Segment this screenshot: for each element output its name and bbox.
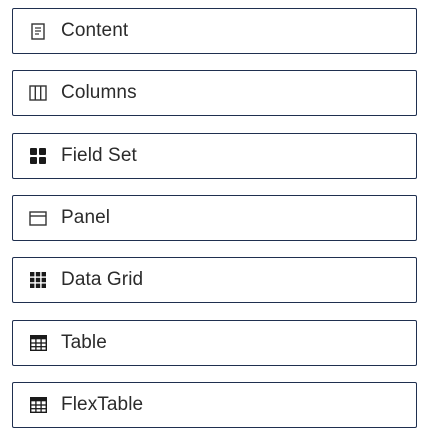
palette-item-label: Columns: [61, 82, 137, 103]
table-icon: [29, 396, 47, 414]
palette-item-data-grid[interactable]: Data Grid: [12, 257, 417, 303]
palette-item-content[interactable]: Content: [12, 8, 417, 54]
palette-item-label: Panel: [61, 207, 111, 228]
palette-item-label: Data Grid: [61, 269, 144, 290]
palette-item-label: FlexTable: [61, 394, 144, 415]
four-squares-icon: [29, 147, 47, 165]
palette-item-field-set[interactable]: Field Set: [12, 133, 417, 179]
component-palette: Content Columns Field Set Panel Data Gri…: [0, 0, 431, 432]
document-icon: [29, 22, 47, 40]
panel-icon: [29, 209, 47, 227]
palette-item-table[interactable]: Table: [12, 320, 417, 366]
palette-item-flextable[interactable]: FlexTable: [12, 382, 417, 428]
columns-icon: [29, 84, 47, 102]
palette-item-panel[interactable]: Panel: [12, 195, 417, 241]
palette-item-label: Table: [61, 332, 107, 353]
palette-item-columns[interactable]: Columns: [12, 70, 417, 116]
grid-icon: [29, 271, 47, 289]
table-icon: [29, 334, 47, 352]
palette-item-label: Content: [61, 20, 129, 41]
palette-item-label: Field Set: [61, 145, 137, 166]
